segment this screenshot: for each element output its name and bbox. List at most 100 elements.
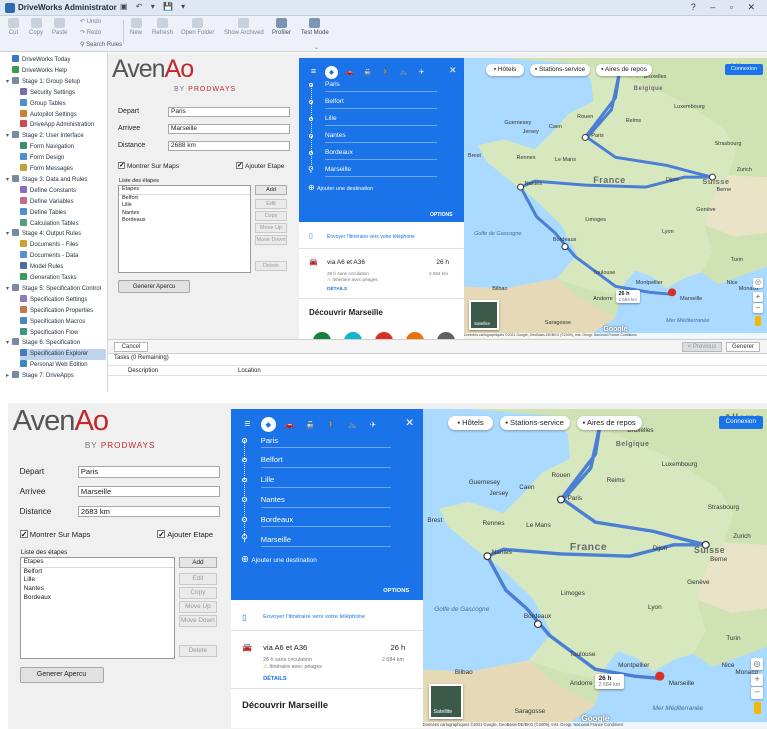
pegman-icon[interactable]: [755, 316, 761, 326]
move-up-button[interactable]: Move Up: [255, 223, 287, 233]
tree-item[interactable]: ▾ Stage 4: Output Rules: [6, 229, 106, 240]
search-rules-button[interactable]: ⚲ Search Rules: [80, 41, 122, 48]
stations-chip[interactable]: ▪ Stations-service: [530, 64, 590, 76]
tree-item[interactable]: Specification Properties: [20, 305, 106, 317]
discover-category-icon[interactable]: [375, 332, 393, 339]
route-mode-best-icon[interactable]: ◆: [325, 66, 338, 79]
send-to-phone-link[interactable]: Envoyer l'itinéraire vers votre téléphon…: [327, 234, 415, 240]
route-via-label[interactable]: via A6 et A36: [327, 259, 365, 266]
transit-mode-icon[interactable]: 🚆: [361, 66, 374, 79]
add-button[interactable]: Add: [179, 556, 217, 569]
waypoint-marker[interactable]: [561, 243, 569, 251]
waypoint-input[interactable]: Belfort: [325, 98, 437, 109]
waypoint-marker[interactable]: [517, 183, 525, 191]
quick-access-toolbar[interactable]: ▣ ↶ ▾ 💾 ▾: [120, 2, 188, 11]
steps-list-item[interactable]: Belfort: [119, 195, 250, 203]
walk-mode-icon[interactable]: 🚶: [379, 66, 392, 79]
edit-button[interactable]: Edit: [255, 199, 287, 209]
waypoint-input[interactable]: Paris: [260, 436, 392, 449]
waypoint-input[interactable]: Nantes: [325, 132, 437, 143]
add-destination-button[interactable]: ⊕ Ajouter une destination: [308, 183, 373, 192]
steps-list-item[interactable]: Nantes: [119, 210, 250, 218]
tree-item[interactable]: Define Constants: [20, 185, 106, 197]
waypoint-input[interactable]: Lille: [325, 115, 437, 126]
tree-item[interactable]: Autopilot Settings: [20, 109, 106, 121]
discover-category-icon[interactable]: [406, 332, 424, 339]
tree-item[interactable]: Security Settings: [20, 87, 106, 99]
tree-item[interactable]: Documents - Files: [20, 240, 106, 251]
tree-item[interactable]: ▸ Stage 7: DriveApps: [6, 371, 106, 382]
destination-marker[interactable]: [654, 671, 665, 681]
car-mode-icon[interactable]: 🚗: [343, 66, 356, 79]
steps-list-item[interactable]: Bordeaux: [21, 594, 174, 603]
tree-item[interactable]: Specification Macros: [20, 316, 106, 328]
waypoint-input[interactable]: Marseille: [260, 535, 392, 548]
flight-mode-icon[interactable]: ✈: [366, 417, 381, 432]
menu-icon[interactable]: ≡: [240, 417, 255, 432]
steps-list-item[interactable]: Belfort: [21, 568, 174, 577]
map-view[interactable]: FranceAllemaSuisseBelgiqueJerseyGuernese…: [422, 408, 767, 729]
undo-button[interactable]: ↶ Undo: [80, 18, 101, 25]
tasks-column-location[interactable]: Location: [238, 368, 261, 374]
generate-preview-button[interactable]: Generer Apercu: [19, 667, 104, 683]
profiler-button[interactable]: Profiler: [272, 18, 291, 36]
generate-button[interactable]: Generer: [726, 342, 760, 352]
add-destination-button[interactable]: ⊕ Ajouter une destination: [241, 554, 317, 565]
steps-list-item[interactable]: Lille: [21, 576, 174, 585]
tree-item[interactable]: Personal Web Edition: [20, 360, 106, 371]
waypoint-input[interactable]: Paris: [325, 81, 437, 92]
tree-item[interactable]: Form Messages: [20, 164, 106, 175]
move-down-button[interactable]: Move Down: [255, 235, 287, 245]
satellite-toggle[interactable]: Satellite: [469, 300, 499, 330]
show-archived-button[interactable]: Show Archived: [224, 18, 264, 36]
close-directions-icon[interactable]: ✕: [405, 417, 414, 429]
cut-button[interactable]: Cut: [8, 18, 19, 36]
ribbon-collapse-icon[interactable]: ⌄: [314, 44, 319, 51]
flight-mode-icon[interactable]: ✈: [415, 66, 428, 79]
rest-areas-chip[interactable]: ▪ Aires de repos: [596, 64, 652, 76]
tasks-column-description[interactable]: Description: [128, 368, 158, 374]
my-location-icon[interactable]: ◎: [753, 278, 763, 288]
stations-chip[interactable]: ▪ Stations-service: [499, 415, 570, 430]
depart-input[interactable]: Paris: [168, 107, 290, 117]
show-on-maps-checkbox[interactable]: Montrer Sur Maps: [118, 161, 179, 170]
tree-item[interactable]: Define Variables: [20, 196, 106, 208]
tree-item[interactable]: Define Tables: [20, 207, 106, 219]
discover-category-icon[interactable]: [344, 332, 362, 339]
tree-item[interactable]: ▾ Stage 6: Specification: [6, 338, 106, 349]
zoom-in-button[interactable]: +: [751, 674, 763, 687]
add-step-checkbox[interactable]: Ajouter Etape: [236, 161, 284, 170]
move-down-button[interactable]: Move Down: [179, 615, 217, 627]
waypoint-marker[interactable]: [533, 619, 542, 628]
distance-input[interactable]: 2688 km: [168, 141, 290, 151]
window-controls[interactable]: ? – ▫ ✕: [691, 2, 761, 13]
tree-item[interactable]: Form Navigation: [20, 142, 106, 153]
waypoint-marker[interactable]: [483, 552, 492, 560]
tree-item[interactable]: Group Tables: [20, 98, 106, 110]
route-details-link[interactable]: DÉTAILS: [263, 676, 286, 682]
route-via-label[interactable]: via A6 et A36: [263, 643, 307, 652]
cancel-button[interactable]: Cancel: [114, 342, 148, 352]
test-mode-button[interactable]: Test Mode: [301, 18, 329, 36]
tree-item[interactable]: DriveApp Administration: [20, 120, 106, 131]
options-link[interactable]: OPTIONS: [430, 212, 453, 218]
steps-list-item[interactable]: Bordeaux: [119, 217, 250, 225]
steps-list-item[interactable]: Nantes: [21, 585, 174, 594]
zoom-out-button[interactable]: −: [751, 687, 763, 699]
pegman-icon[interactable]: [753, 702, 761, 715]
refresh-button[interactable]: Refresh: [152, 18, 173, 36]
waypoint-input[interactable]: Nantes: [260, 495, 392, 508]
sign-in-button[interactable]: Connexion: [725, 64, 763, 75]
paste-button[interactable]: Paste: [52, 18, 67, 36]
bike-mode-icon[interactable]: 🚲: [345, 417, 360, 432]
destination-marker[interactable]: [668, 288, 677, 297]
move-up-button[interactable]: Move Up: [179, 601, 217, 613]
copy-button[interactable]: Copy: [179, 587, 217, 599]
discover-category-icon[interactable]: [313, 332, 331, 339]
distance-input[interactable]: 2683 km: [77, 505, 221, 518]
tree-item[interactable]: Documents - Data: [20, 251, 106, 262]
new-button[interactable]: New: [130, 18, 142, 36]
steps-listbox[interactable]: Etapes Belfort Lille Nantes Bordeaux: [19, 556, 175, 660]
waypoint-input[interactable]: Bordeaux: [260, 515, 392, 528]
copy-button[interactable]: Copy: [255, 211, 287, 221]
